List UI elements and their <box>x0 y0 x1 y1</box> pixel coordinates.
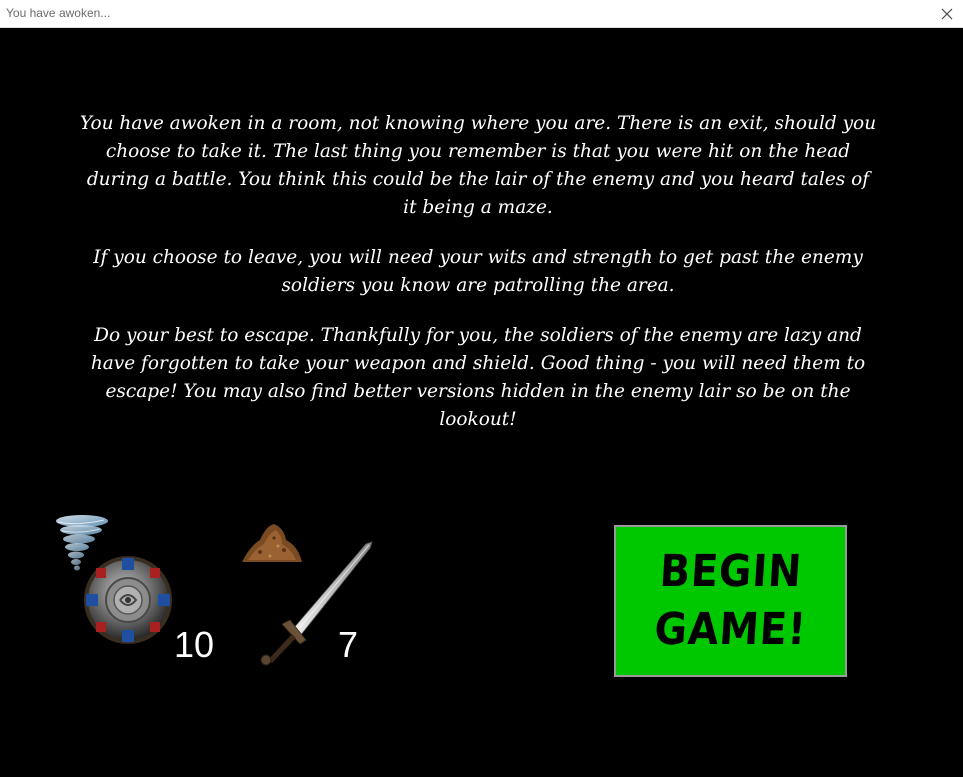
game-content: You have awoken in a room, not knowing w… <box>0 28 963 777</box>
title-bar: You have awoken... <box>0 0 963 28</box>
story-text: You have awoken in a room, not knowing w… <box>78 110 878 456</box>
begin-game-label-line-1: BEGIN <box>657 546 804 597</box>
shield-icon <box>82 554 174 646</box>
begin-game-button[interactable]: BEGIN GAME! <box>614 525 847 677</box>
attack-value: 7 <box>338 624 359 665</box>
story-paragraph-2: If you choose to leave, you will need yo… <box>93 247 863 296</box>
game-window: You have awoken... You have awoken in a … <box>0 0 963 777</box>
defense-value: 10 <box>174 624 215 665</box>
begin-game-label-line-2: GAME! <box>652 604 809 655</box>
close-button[interactable] <box>937 4 957 24</box>
close-icon <box>941 8 953 20</box>
window-title: You have awoken... <box>6 6 111 20</box>
story-paragraph-3: Do your best to escape. Thankfully for y… <box>90 325 866 430</box>
story-paragraph-1: You have awoken in a room, not knowing w… <box>79 113 877 218</box>
